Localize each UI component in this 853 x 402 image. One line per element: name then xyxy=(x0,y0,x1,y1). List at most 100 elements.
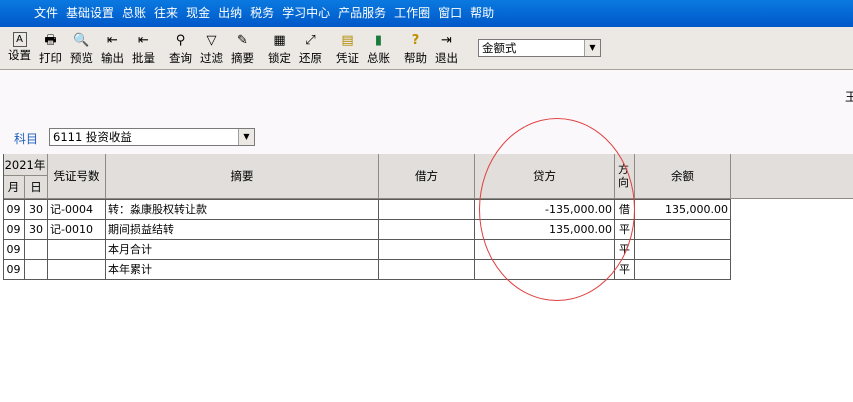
menu-cash[interactable]: 现金 xyxy=(182,0,214,27)
report-title-fragment: 王 xyxy=(845,90,853,104)
subject-label: 科目 xyxy=(14,132,39,146)
menu-general-ledger[interactable]: 总账 xyxy=(118,0,150,27)
credit-header: 贷方 xyxy=(475,154,615,199)
menu-workcircle[interactable]: 工作圈 xyxy=(390,0,434,27)
voucher-icon: ▤ xyxy=(341,33,354,48)
table-row-2-day[interactable]: 30 xyxy=(25,220,48,240)
query-button[interactable]: ⚲ 查询 xyxy=(165,30,196,68)
menu-window[interactable]: 窗口 xyxy=(434,0,466,27)
summary-label: 摘要 xyxy=(231,51,254,65)
table-row-3-month[interactable]: 09 xyxy=(3,240,25,260)
preview-button[interactable]: 🔍 预览 xyxy=(66,30,97,68)
restore-button[interactable]: ⤢ 还原 xyxy=(295,30,326,68)
print-label: 打印 xyxy=(39,51,62,65)
table-row-4-debit[interactable] xyxy=(379,260,475,280)
summary-header: 摘要 xyxy=(106,154,379,199)
lock-button[interactable]: ▦ 锁定 xyxy=(264,30,295,68)
table-row-3-credit[interactable] xyxy=(475,240,615,260)
preview-label: 预览 xyxy=(70,51,93,65)
month-header: 月 xyxy=(3,176,25,199)
header-filler xyxy=(731,154,853,199)
table-row-4-voucher[interactable] xyxy=(48,260,106,280)
table-row-2-balance[interactable] xyxy=(635,220,731,240)
menu-cashier[interactable]: 出纳 xyxy=(214,0,246,27)
table-row-2-month[interactable]: 09 xyxy=(3,220,25,240)
table-row-3-summary[interactable]: 本月合计 xyxy=(106,240,379,260)
direction-header: 方向 xyxy=(615,154,635,199)
settings-button[interactable]: A 设置 xyxy=(4,30,35,68)
table-row-1-direction[interactable]: 借 xyxy=(615,200,635,220)
subject-select[interactable]: 6111 投资收益 ▼ xyxy=(49,128,255,146)
table-row-2-summary[interactable]: 期间损益结转 xyxy=(106,220,379,240)
voucher-header: 凭证号数 xyxy=(48,154,106,199)
menu-basic-settings[interactable]: 基础设置 xyxy=(62,0,118,27)
preview-icon: 🔍 xyxy=(73,33,90,48)
ledger-icon: ▮ xyxy=(374,33,383,48)
table-row-1-summary[interactable]: 转：淼康股权转让款 xyxy=(106,200,379,220)
menu-tax[interactable]: 税务 xyxy=(246,0,278,27)
menu-file[interactable]: 文件 xyxy=(30,0,62,27)
help-icon: ? xyxy=(411,33,420,48)
summary-icon: ✎ xyxy=(237,33,248,48)
format-select[interactable]: 金额式 ▼ xyxy=(478,39,601,57)
summary-button[interactable]: ✎ 摘要 xyxy=(227,30,258,68)
lock-label: 锁定 xyxy=(268,51,291,65)
table-row-1-credit[interactable]: -135,000.00 xyxy=(475,200,615,220)
table-row-3-voucher[interactable] xyxy=(48,240,106,260)
query-label: 查询 xyxy=(169,51,192,65)
lock-icon: ▦ xyxy=(273,33,286,48)
table-row-1-voucher[interactable]: 记-0004 xyxy=(48,200,106,220)
table-row-1-debit[interactable] xyxy=(379,200,475,220)
filter-button[interactable]: ▽ 过滤 xyxy=(196,30,227,68)
batch-button[interactable]: ⇤ 批量 xyxy=(128,30,159,68)
table-row-3-balance[interactable] xyxy=(635,240,731,260)
export-button[interactable]: ⇤ 输出 xyxy=(97,30,128,68)
restore-label: 还原 xyxy=(299,51,322,65)
exit-button[interactable]: ⇥ 退出 xyxy=(431,30,462,68)
restore-icon: ⤢ xyxy=(305,33,316,48)
table-row-1-month[interactable]: 09 xyxy=(3,200,25,220)
help-button[interactable]: ? 帮助 xyxy=(400,30,431,68)
ledger-table: 2021年 月 日 凭证号数 摘要 借方 贷方 方向 余额 09 30 记-00… xyxy=(0,154,853,402)
filter-label: 过滤 xyxy=(200,51,223,65)
voucher-label: 凭证 xyxy=(336,51,359,65)
table-row-3-day[interactable] xyxy=(25,240,48,260)
table-row-1-day[interactable]: 30 xyxy=(25,200,48,220)
table-row-3-direction[interactable]: 平 xyxy=(615,240,635,260)
table-row-1-balance[interactable]: 135,000.00 xyxy=(635,200,731,220)
filter-icon: ▽ xyxy=(206,33,217,48)
debit-header: 借方 xyxy=(379,154,475,199)
ledger-button[interactable]: ▮ 总账 xyxy=(363,30,394,68)
settings-label: 设置 xyxy=(8,48,31,62)
year-header: 2021年 xyxy=(3,154,48,176)
table-row-4-day[interactable] xyxy=(25,260,48,280)
table-row-4-summary[interactable]: 本年累计 xyxy=(106,260,379,280)
chevron-down-icon[interactable]: ▼ xyxy=(584,40,600,56)
menu-learning-center[interactable]: 学习中心 xyxy=(278,0,334,27)
menu-accounts[interactable]: 往来 xyxy=(150,0,182,27)
table-row-2-debit[interactable] xyxy=(379,220,475,240)
table-row-4-month[interactable]: 09 xyxy=(3,260,25,280)
batch-icon: ⇤ xyxy=(138,33,149,48)
binoculars-icon: ⚲ xyxy=(175,33,186,48)
settings-icon: A xyxy=(12,32,27,47)
menu-bar: 文件 基础设置 总账 往来 现金 出纳 税务 学习中心 产品服务 工作圈 窗口 … xyxy=(0,0,853,27)
table-row-2-credit[interactable]: 135,000.00 xyxy=(475,220,615,240)
batch-label: 批量 xyxy=(132,51,155,65)
toolbar: A 设置 🖶 打印 🔍 预览 ⇤ 输出 ⇤ 批量 ⚲ 查询 ▽ 过滤 ✎ 摘要 ▦ 锁定 ⤢ 还原 … xyxy=(0,27,853,70)
table-row-4-direction[interactable]: 平 xyxy=(615,260,635,280)
table-row-2-voucher[interactable]: 记-0010 xyxy=(48,220,106,240)
voucher-button[interactable]: ▤ 凭证 xyxy=(332,30,363,68)
menu-product-service[interactable]: 产品服务 xyxy=(334,0,390,27)
menu-help[interactable]: 帮助 xyxy=(466,0,498,27)
ledger-label: 总账 xyxy=(367,51,390,65)
print-button[interactable]: 🖶 打印 xyxy=(35,30,66,68)
day-header: 日 xyxy=(25,176,48,199)
subject-select-value: 6111 投资收益 xyxy=(53,130,132,144)
exit-label: 退出 xyxy=(435,51,458,65)
table-row-4-balance[interactable] xyxy=(635,260,731,280)
table-row-2-direction[interactable]: 平 xyxy=(615,220,635,240)
table-row-3-debit[interactable] xyxy=(379,240,475,260)
chevron-down-icon[interactable]: ▼ xyxy=(238,129,254,145)
table-row-4-credit[interactable] xyxy=(475,260,615,280)
